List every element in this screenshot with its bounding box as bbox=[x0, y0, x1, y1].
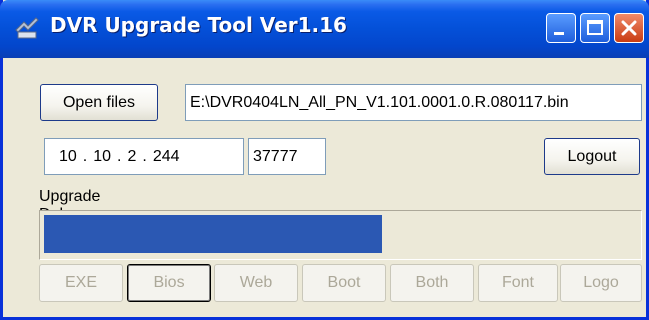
boot-button[interactable]: Boot bbox=[302, 264, 386, 302]
minimize-icon bbox=[554, 32, 564, 35]
port-field[interactable]: 37777 bbox=[248, 138, 326, 175]
close-icon bbox=[621, 20, 637, 36]
logout-button[interactable]: Logout bbox=[544, 138, 640, 175]
ip-address-field[interactable]: 10 . 10 . 2 . 244 bbox=[44, 138, 244, 175]
font-button[interactable]: Font bbox=[478, 264, 558, 302]
ip-octet-2: 10 bbox=[93, 147, 112, 165]
bios-button[interactable]: Bios bbox=[127, 264, 211, 302]
minimize-button[interactable] bbox=[546, 13, 576, 43]
title-bar[interactable]: DVR Upgrade Tool Ver1.16 bbox=[0, 0, 649, 58]
window-title: DVR Upgrade Tool Ver1.16 bbox=[50, 13, 347, 37]
open-files-button[interactable]: Open files bbox=[40, 84, 158, 121]
progress-fill bbox=[44, 215, 382, 253]
upgrade-progress-bar bbox=[39, 210, 642, 260]
ip-octet-1: 10 bbox=[59, 147, 77, 165]
close-button[interactable] bbox=[614, 13, 644, 43]
maximize-button[interactable] bbox=[580, 13, 610, 43]
exe-button[interactable]: EXE bbox=[39, 264, 123, 302]
ip-octet-3: 2 bbox=[127, 147, 137, 165]
web-button[interactable]: Web bbox=[214, 264, 298, 302]
maximize-icon bbox=[587, 20, 603, 35]
logo-button[interactable]: Logo bbox=[560, 264, 642, 302]
dvr-upgrade-icon bbox=[15, 17, 39, 39]
both-button[interactable]: Both bbox=[390, 264, 474, 302]
app-window: DVR Upgrade Tool Ver1.16 Open files E:\D… bbox=[0, 0, 649, 320]
file-path-field[interactable]: E:\DVR0404LN_All_PN_V1.101.0001.0.R.0801… bbox=[185, 84, 642, 121]
ip-octet-4: 244 bbox=[152, 147, 180, 165]
